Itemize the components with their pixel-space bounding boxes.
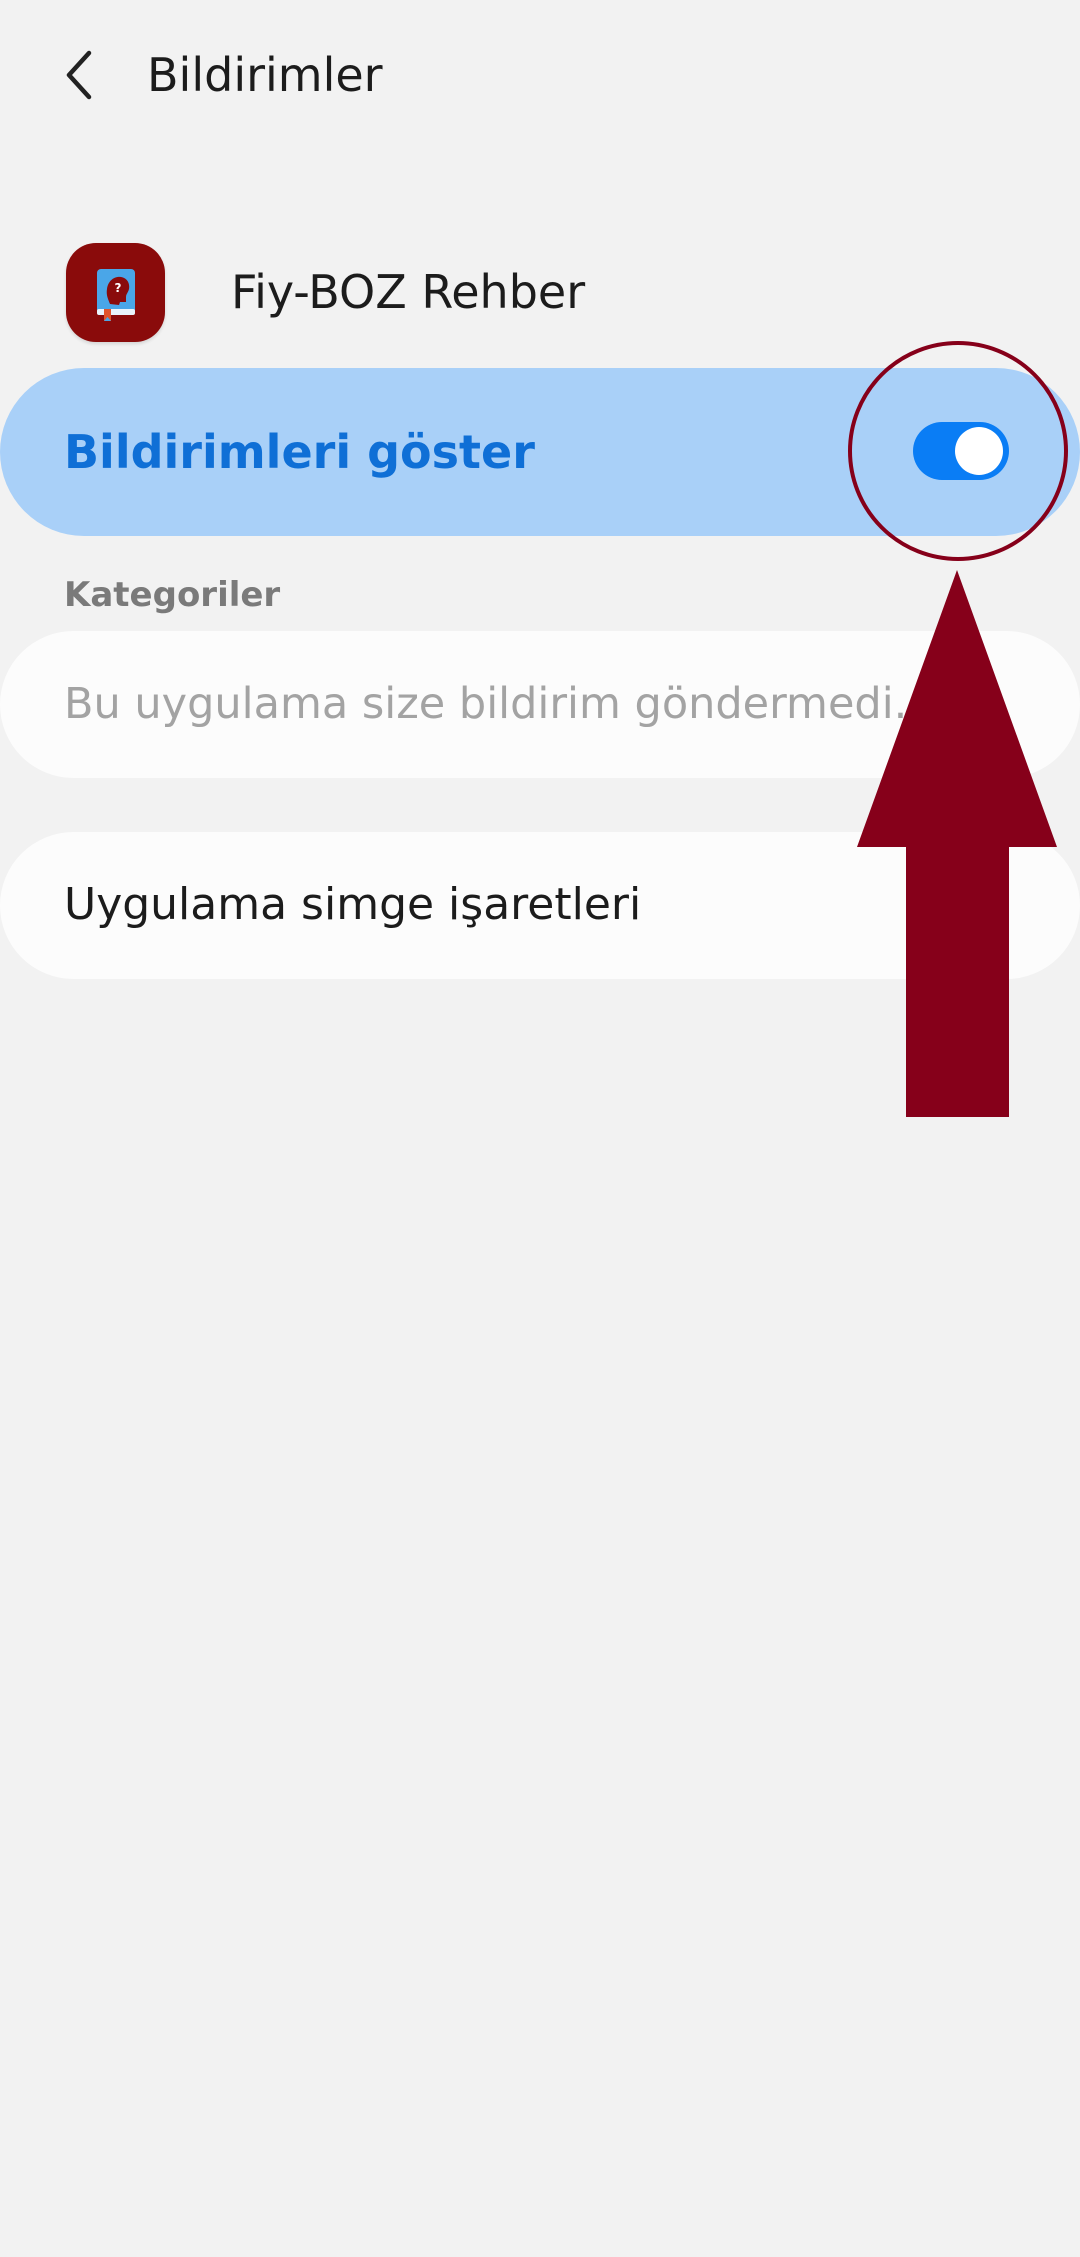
- show-notifications-label: Bildirimleri göster: [64, 425, 535, 479]
- categories-header: Kategoriler: [64, 575, 281, 615]
- top-app-bar: Bildirimler: [0, 0, 1080, 150]
- app-header: ? Fiy-BOZ Rehber: [0, 235, 1080, 350]
- show-notifications-toggle[interactable]: [913, 422, 1009, 480]
- app-icon-badges-label: Uygulama simge işaretleri: [64, 879, 642, 930]
- show-notifications-row[interactable]: Bildirimleri göster: [0, 368, 1080, 536]
- toggle-knob: [955, 427, 1003, 475]
- page-title: Bildirimler: [147, 48, 383, 102]
- chevron-left-icon: [66, 50, 92, 100]
- categories-empty-message: Bu uygulama size bildirim göndermedi.: [64, 679, 908, 729]
- svg-text:?: ?: [114, 281, 121, 295]
- back-button[interactable]: [45, 30, 117, 120]
- app-name: Fiy-BOZ Rehber: [231, 265, 586, 319]
- categories-empty-card: Bu uygulama size bildirim göndermedi.: [0, 631, 1080, 778]
- app-logo-icon: ?: [66, 243, 165, 342]
- app-icon-badges-row[interactable]: Uygulama simge işaretleri: [0, 832, 1080, 979]
